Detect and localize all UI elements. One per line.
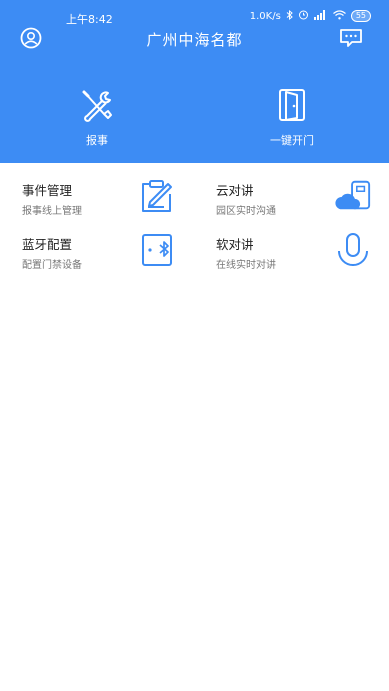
chat-bubble-icon <box>339 28 363 52</box>
page-title: 广州中海名都 <box>146 31 243 49</box>
feature-soft-intercom[interactable]: 软对讲 在线实时对讲 <box>194 217 388 273</box>
bluetooth-door-icon <box>138 231 176 269</box>
feature-subtitle: 在线实时对讲 <box>216 260 276 271</box>
message-button[interactable] <box>339 29 363 51</box>
feature-subtitle: 配置门禁设备 <box>22 260 82 271</box>
alarm-icon <box>298 9 309 23</box>
signal-icon <box>313 9 328 23</box>
battery-indicator: 55 <box>350 10 371 22</box>
feature-subtitle: 报事线上管理 <box>22 206 82 217</box>
one-key-open-door-action[interactable]: 一键开门 <box>242 88 342 148</box>
report-action[interactable]: 报事 <box>47 88 147 148</box>
title-bar: 广州中海名都 <box>0 26 389 54</box>
bluetooth-icon <box>286 9 293 23</box>
feature-bluetooth-config[interactable]: 蓝牙配置 配置门禁设备 <box>0 217 194 273</box>
feature-title: 蓝牙配置 <box>22 237 73 252</box>
feature-cloud-intercom[interactable]: 云对讲 园区实时沟通 <box>194 163 388 219</box>
status-indicators: 1.0K/s 55 <box>250 9 371 23</box>
wifi-icon <box>332 9 346 23</box>
microphone-icon <box>334 231 372 269</box>
one-key-open-door-label: 一键开门 <box>270 134 314 147</box>
feature-title: 事件管理 <box>22 183 73 198</box>
net-speed: 1.0K/s <box>249 10 281 22</box>
feature-subtitle: 园区实时沟通 <box>216 206 276 217</box>
status-time: 上午8:42 <box>66 13 113 26</box>
cloud-intercom-icon <box>334 177 372 215</box>
door-icon <box>242 88 342 122</box>
feature-event-management[interactable]: 事件管理 报事线上管理 <box>0 163 194 219</box>
status-bar: 上午8:42 1.0K/s 55 <box>0 0 389 26</box>
app-header: 上午8:42 1.0K/s 55 广州中海名都 报事 一键开门 <box>0 0 389 163</box>
report-label: 报事 <box>86 134 108 147</box>
feature-title: 软对讲 <box>216 237 254 252</box>
feature-title: 云对讲 <box>216 183 254 198</box>
clipboard-edit-icon <box>138 177 176 215</box>
wrench-screwdriver-icon <box>47 88 147 122</box>
